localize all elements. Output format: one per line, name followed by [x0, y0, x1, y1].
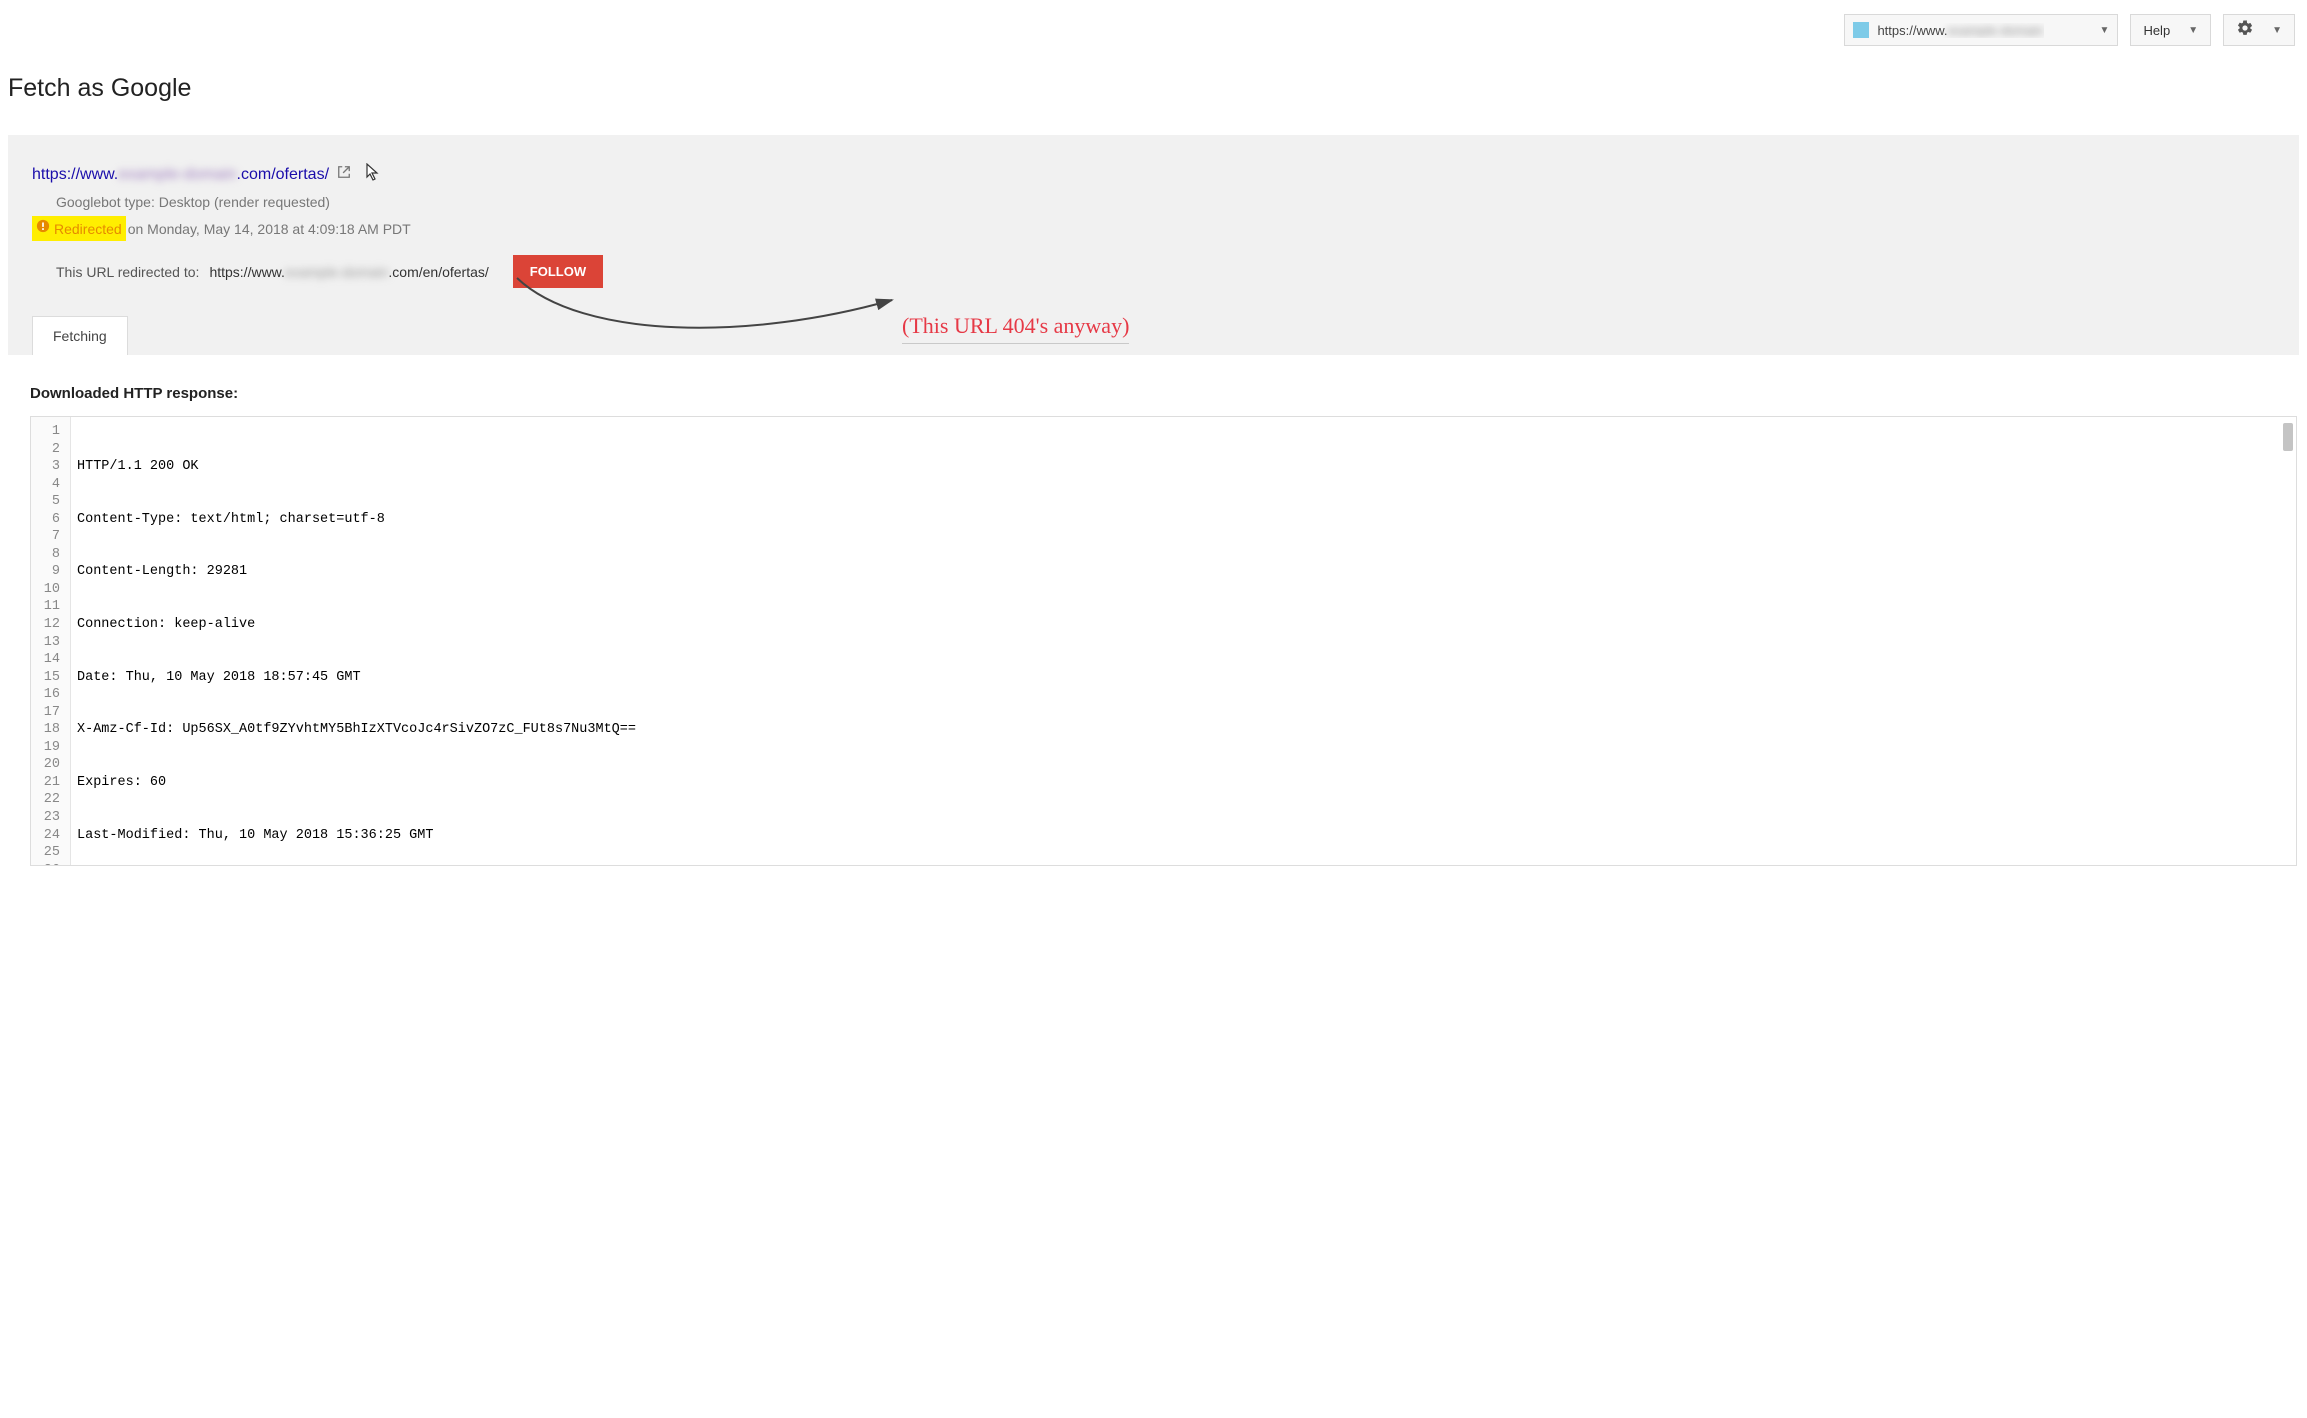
googlebot-type: Googlebot type: Desktop (render requeste…: [56, 194, 2275, 210]
redirected-highlight: Redirected: [32, 216, 126, 241]
top-bar: https://www.example-domain ▼ Help ▼ ▼: [0, 0, 2307, 46]
gear-icon: [2236, 19, 2254, 42]
redirect-target: https://www.example-domain.com/en/oferta…: [209, 264, 488, 280]
response-heading: Downloaded HTTP response:: [30, 385, 2307, 402]
chevron-down-icon: ▼: [2188, 25, 2198, 36]
http-response-viewer: 1234567891011121314151617181920212223242…: [30, 416, 2297, 866]
status-timestamp: on Monday, May 14, 2018 at 4:09:18 AM PD…: [128, 221, 411, 237]
info-panel: https://www.example-domain.com/ofertas/ …: [8, 135, 2299, 355]
site-selector[interactable]: https://www.example-domain ▼: [1844, 14, 2118, 46]
help-label: Help: [2143, 23, 2170, 38]
external-link-icon[interactable]: [337, 165, 351, 184]
site-favicon: [1853, 22, 1869, 38]
scrollbar-thumb[interactable]: [2283, 423, 2293, 451]
status-word: Redirected: [54, 221, 122, 237]
cursor-icon: [365, 163, 381, 186]
redirect-label: This URL redirected to:: [56, 264, 199, 280]
chevron-down-icon: ▼: [2100, 25, 2110, 36]
annotation-arrow-icon: [502, 270, 912, 350]
chevron-down-icon: ▼: [2272, 25, 2282, 36]
redirect-row: This URL redirected to: https://www.exam…: [56, 255, 2275, 288]
line-number-gutter: 1234567891011121314151617181920212223242…: [31, 417, 71, 865]
settings-dropdown[interactable]: ▼: [2223, 14, 2295, 46]
page-title: Fetch as Google: [8, 74, 2307, 103]
annotation-note: (This URL 404's anyway): [902, 313, 1129, 344]
tab-fetching[interactable]: Fetching: [32, 316, 128, 355]
site-url: https://www.example-domain: [1877, 23, 2043, 38]
fetched-url-row: https://www.example-domain.com/ofertas/: [32, 163, 2275, 186]
help-dropdown[interactable]: Help ▼: [2130, 14, 2211, 46]
tab-strip: Fetching: [32, 316, 2275, 355]
status-row: Redirected on Monday, May 14, 2018 at 4:…: [32, 216, 2275, 241]
warning-icon: [36, 219, 50, 238]
code-content[interactable]: HTTP/1.1 200 OK Content-Type: text/html;…: [71, 417, 2296, 865]
fetched-url-link[interactable]: https://www.example-domain.com/ofertas/: [32, 166, 329, 184]
